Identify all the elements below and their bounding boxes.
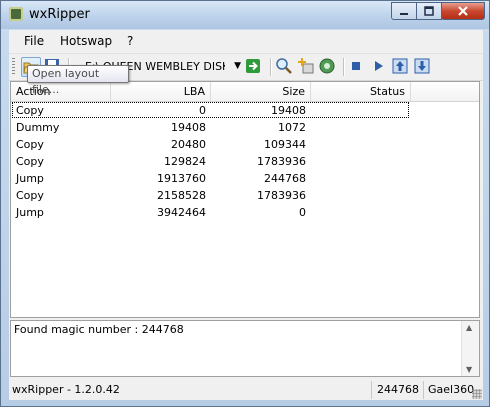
cell-status [311,187,411,204]
magnifier-icon [276,58,292,74]
toolbar-separator [270,58,272,76]
add-button[interactable] [297,57,317,77]
cell-size: 109344 [264,138,306,151]
table-row[interactable]: Jump 1913760 244768 [11,170,479,187]
client-area: File Hotswap ? E:\ QUEEN WEMBLEY DISK 1 … [9,30,483,400]
go-arrow-icon [246,59,260,73]
tooltip: Open layout file... [27,65,129,96]
col-header-size[interactable]: Size [211,82,311,101]
cell-status [311,170,411,187]
stop-icon [352,62,360,70]
toolbar-grip[interactable] [12,58,15,76]
close-icon [458,6,468,16]
play-icon [375,61,383,71]
cell-size: 1783936 [257,155,306,168]
add-sparkle-icon [298,58,314,74]
scroll-up-icon[interactable]: ▲ [466,323,472,332]
cell-lba: 20480 [171,138,206,151]
play-button[interactable] [369,57,389,77]
cell-status [311,102,411,119]
app-icon [9,7,23,21]
col-header-action[interactable]: Action [11,82,111,101]
chevron-down-icon[interactable]: ▼ [234,61,241,71]
cell-action: Jump [16,172,44,185]
cell-action: Copy [16,189,44,202]
cell-size: 1072 [278,121,306,134]
status-magic-number: 244768 [371,381,423,399]
title-bar[interactable]: wxRipper [1,1,489,29]
cell-lba: 1913760 [157,172,206,185]
menu-file[interactable]: File [24,34,44,48]
cell-action: Copy [16,104,44,117]
status-bar: wxRipper - 1.2.0.42 244768 Gael360 [9,380,483,400]
disc-icon [319,58,335,74]
close-button[interactable] [441,2,485,20]
cell-lba: 3942464 [157,206,206,219]
maximize-button[interactable] [416,2,442,20]
status-author: Gael360 [423,381,475,399]
status-version: wxRipper - 1.2.0.42 [12,383,120,396]
resize-grip[interactable] [472,389,482,399]
cell-status [311,136,411,153]
cell-size: 0 [299,206,306,219]
cell-status [311,153,411,170]
col-header-lba[interactable]: LBA [111,82,211,101]
scroll-down-icon[interactable]: ▼ [466,365,472,374]
cell-lba: 129824 [164,155,206,168]
cell-status [311,119,411,136]
app-window: wxRipper File Hotswap ? E:\ QUEEN WEMBLE… [0,0,490,407]
table-row[interactable]: Jump 3942464 0 [11,204,479,221]
cell-action: Copy [16,138,44,151]
cell-lba: 19408 [171,121,206,134]
menu-hotswap[interactable]: Hotswap [60,34,112,48]
cell-size: 1783936 [257,189,306,202]
cell-lba: 2158528 [157,189,206,202]
menu-bar: File Hotswap ? [9,30,483,52]
maximize-icon [424,6,434,16]
table-row[interactable]: Dummy 19408 1072 [11,119,479,136]
search-button[interactable] [275,57,295,77]
cell-action: Jump [16,206,44,219]
menu-help[interactable]: ? [127,34,133,48]
cell-action: Dummy [16,121,60,134]
table-row[interactable]: Copy 129824 1783936 [11,153,479,170]
minimize-icon [400,13,408,15]
cell-status [311,204,411,221]
disc-button[interactable] [318,57,338,77]
cell-action: Copy [16,155,44,168]
upload-arrow-icon [392,58,408,74]
log-pane[interactable]: Found magic number : 244768 ▲ ▼ [10,320,480,377]
download-arrow-icon [414,58,430,74]
layout-list[interactable]: Action LBA Size Status Copy 0 19408 Dummy 19… [10,81,480,318]
table-row[interactable]: Copy 20480 109344 [11,136,479,153]
table-row[interactable]: Copy 0 19408 [11,102,479,119]
cell-size: 19408 [271,104,306,117]
minimize-button[interactable] [391,2,417,20]
col-header-status[interactable]: Status [311,82,411,101]
move-down-button[interactable] [413,57,433,77]
move-up-button[interactable] [391,57,411,77]
stop-button[interactable] [347,57,367,77]
table-row[interactable]: Copy 2158528 1783936 [11,187,479,204]
list-header: Action LBA Size Status [11,82,479,102]
log-text: Found magic number : 244768 [14,323,184,336]
toolbar-separator [343,58,345,76]
cell-size: 244768 [264,172,306,185]
go-button[interactable] [244,57,264,77]
window-title: wxRipper [29,7,90,22]
cell-lba: 0 [199,104,206,117]
log-scrollbar[interactable]: ▲ ▼ [461,321,479,376]
